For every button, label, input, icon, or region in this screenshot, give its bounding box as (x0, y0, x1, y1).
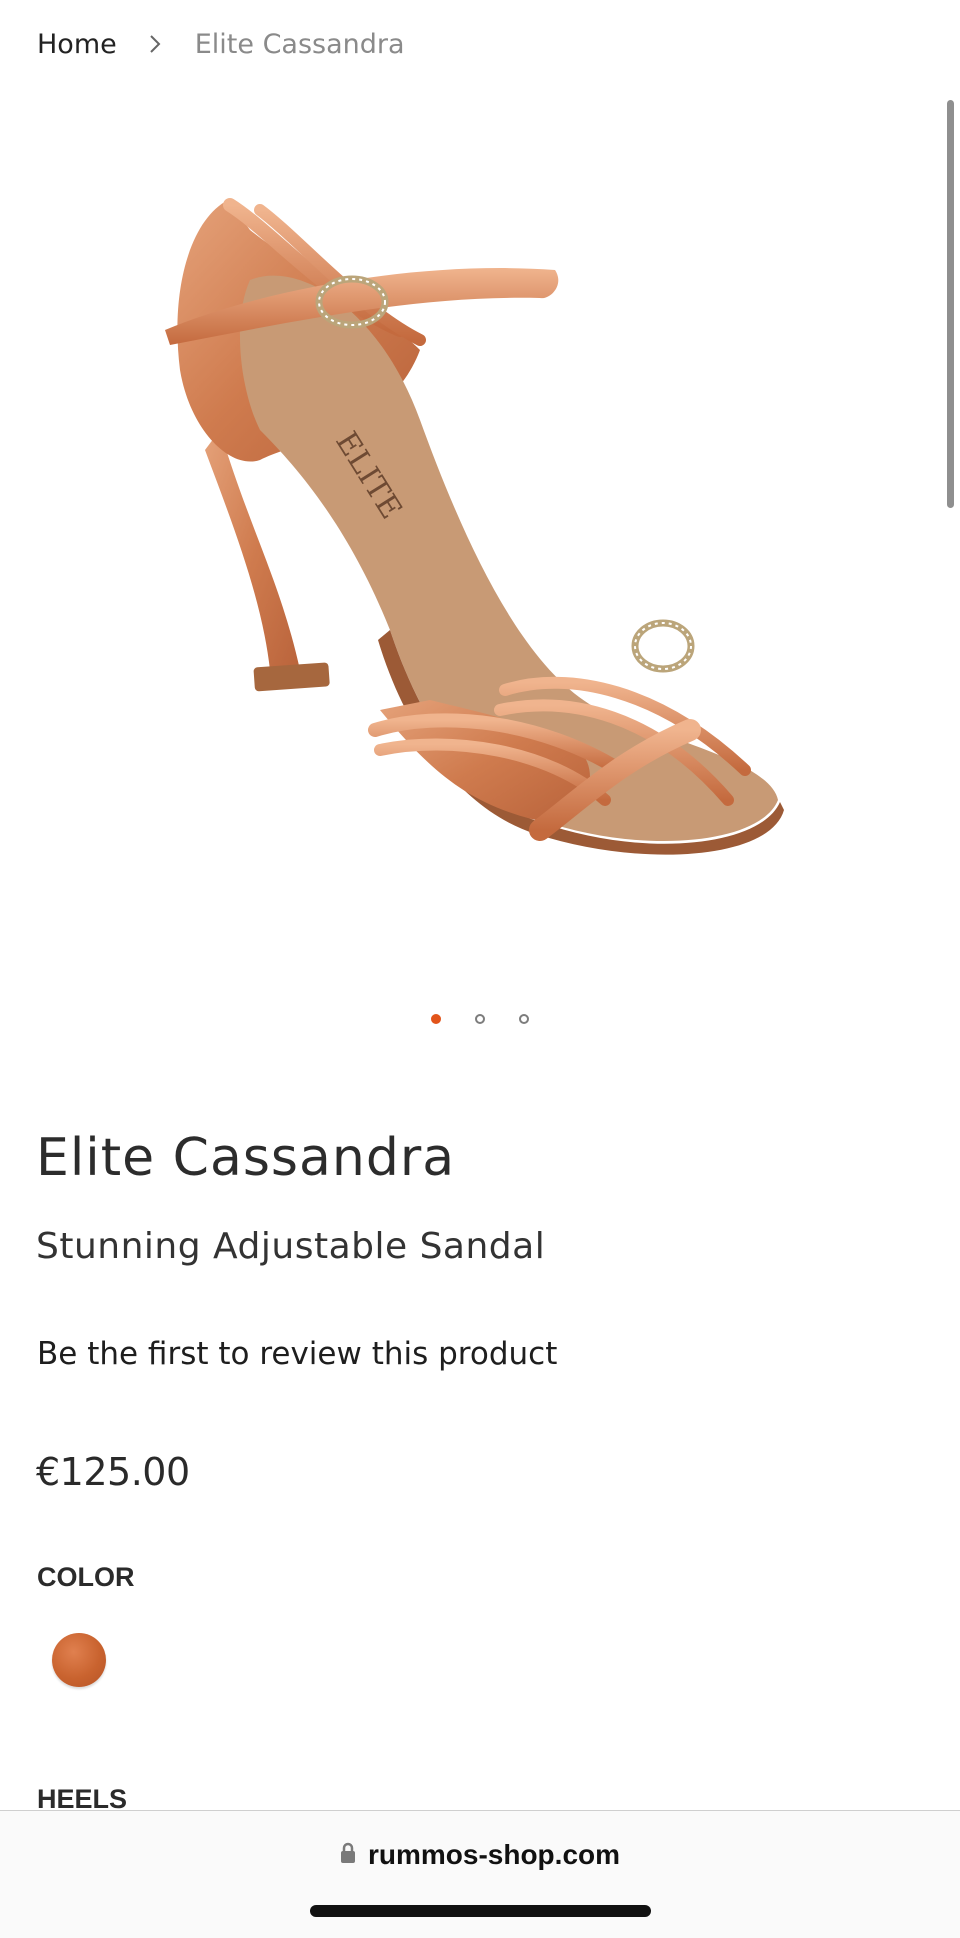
gallery-dot-2[interactable] (475, 1014, 485, 1024)
color-swatch[interactable] (52, 1633, 106, 1687)
lock-icon (340, 1842, 356, 1868)
product-subtitle: Stunning Adjustable Sandal (36, 1226, 546, 1267)
gallery-dot-1[interactable] (431, 1014, 441, 1024)
dance-sandal-image: ELITE (165, 198, 784, 855)
gallery-pagination (0, 1014, 960, 1024)
browser-address-bar[interactable]: rummos-shop.com (0, 1810, 960, 1938)
breadcrumb-home-link[interactable]: Home (37, 29, 117, 60)
review-link[interactable]: Be the first to review this product (37, 1336, 557, 1372)
product-title: Elite Cassandra (36, 1128, 456, 1188)
home-indicator[interactable] (310, 1905, 651, 1917)
url-display[interactable]: rummos-shop.com (0, 1839, 960, 1871)
gallery-dot-3[interactable] (519, 1014, 529, 1024)
color-label: COLOR (37, 1562, 135, 1592)
chevron-right-icon (148, 33, 162, 55)
product-image-gallery[interactable]: ELITE (0, 110, 960, 910)
breadcrumb: Home Elite Cassandra (37, 20, 405, 68)
url-text: rummos-shop.com (367, 1839, 621, 1870)
product-price: €125.00 (36, 1450, 190, 1494)
breadcrumb-current: Elite Cassandra (194, 28, 405, 60)
